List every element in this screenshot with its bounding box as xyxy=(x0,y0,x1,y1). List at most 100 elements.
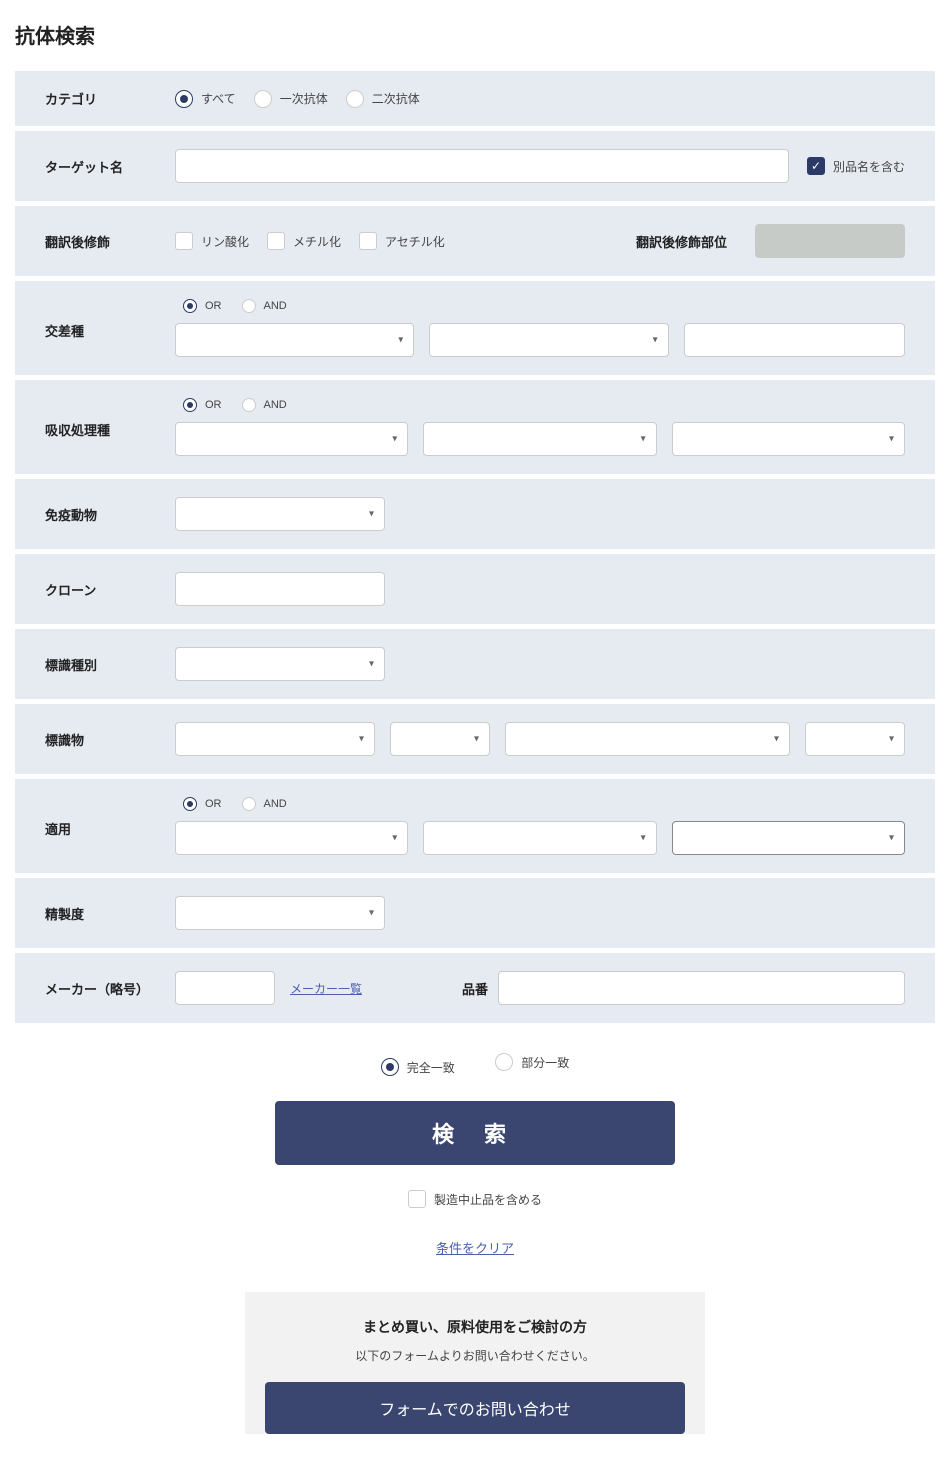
select-labelsub-3[interactable]: ▾ xyxy=(505,722,790,756)
select-absorb-3[interactable]: ▾ xyxy=(672,422,905,456)
select-cross-1[interactable]: ▾ xyxy=(175,323,414,357)
select-absorb-1[interactable]: ▾ xyxy=(175,422,408,456)
radio-label-absorb-or: OR xyxy=(205,399,222,411)
radio-label-app-and: AND xyxy=(264,798,287,810)
row-category: カテゴリ すべて 一次抗体 二次抗体 xyxy=(15,71,935,126)
page-title: 抗体検索 xyxy=(15,20,935,49)
check-label-discontinued: 製造中止品を含める xyxy=(434,1191,542,1208)
inquiry-sub: 以下のフォームよりお問い合わせください。 xyxy=(265,1347,685,1364)
row-target: ターゲット名 ✓ 別品名を含む xyxy=(15,131,935,201)
radio-label-primary: 一次抗体 xyxy=(280,90,328,107)
label-application: 適用 xyxy=(45,797,175,838)
radio-label-all: すべて xyxy=(201,90,236,107)
select-labelsub-4[interactable]: ▾ xyxy=(805,722,905,756)
check-label-acetyl: アセチル化 xyxy=(385,233,445,250)
radio-label-app-or: OR xyxy=(205,798,222,810)
select-app-1[interactable]: ▾ xyxy=(175,821,408,855)
label-labelsub: 標識物 xyxy=(45,730,175,749)
chevron-down-icon: ▾ xyxy=(392,833,397,844)
radio-match-exact[interactable]: 完全一致 xyxy=(381,1058,455,1076)
check-include-alias[interactable]: ✓ 別品名を含む xyxy=(807,157,905,175)
label-target: ターゲット名 xyxy=(45,157,175,176)
radio-absorb-or[interactable]: OR xyxy=(183,398,222,412)
chevron-down-icon: ▾ xyxy=(889,434,894,445)
row-purity: 精製度 ▾ xyxy=(15,878,935,948)
radio-category-primary[interactable]: 一次抗体 xyxy=(254,90,328,108)
select-app-3[interactable]: ▾ xyxy=(672,821,905,855)
radio-label-secondary: 二次抗体 xyxy=(372,90,420,107)
input-ptm-site xyxy=(755,224,905,258)
label-partno: 品番 xyxy=(462,979,488,998)
label-maker: メーカー（略号） xyxy=(45,979,175,998)
chevron-down-icon: ▾ xyxy=(774,734,779,745)
select-cross-2[interactable]: ▾ xyxy=(429,323,668,357)
search-button[interactable]: 検 索 xyxy=(275,1101,675,1165)
chevron-down-icon: ▾ xyxy=(889,734,894,745)
select-labeltype[interactable]: ▾ xyxy=(175,647,385,681)
chevron-down-icon: ▾ xyxy=(889,833,894,844)
radio-app-and[interactable]: AND xyxy=(242,797,287,811)
check-phospho[interactable]: リン酸化 xyxy=(175,232,249,250)
check-label-methyl: メチル化 xyxy=(293,233,341,250)
label-ptm: 翻訳後修飾 xyxy=(45,232,175,251)
inquiry-title: まとめ買い、原料使用をご検討の方 xyxy=(265,1317,685,1337)
check-methyl[interactable]: メチル化 xyxy=(267,232,341,250)
row-clone: クローン xyxy=(15,554,935,624)
row-absorb: 吸収処理種 OR AND ▾ ▾ ▾ xyxy=(15,380,935,474)
row-cross: 交差種 OR AND ▾ ▾ xyxy=(15,281,935,375)
inquiry-button[interactable]: フォームでのお問い合わせ xyxy=(265,1382,685,1434)
check-acetyl[interactable]: アセチル化 xyxy=(359,232,445,250)
row-discontinued: 製造中止品を含める xyxy=(15,1190,935,1213)
radio-app-or[interactable]: OR xyxy=(183,797,222,811)
chevron-down-icon: ▾ xyxy=(392,434,397,445)
row-application: 適用 OR AND ▾ ▾ ▾ xyxy=(15,779,935,873)
radio-cross-and[interactable]: AND xyxy=(242,299,287,313)
label-clone: クローン xyxy=(45,580,175,599)
row-immunogen: 免疫動物 ▾ xyxy=(15,479,935,549)
label-cross: 交差種 xyxy=(45,299,175,340)
check-discontinued[interactable]: 製造中止品を含める xyxy=(408,1190,542,1208)
check-label-phospho: リン酸化 xyxy=(201,233,249,250)
select-app-2[interactable]: ▾ xyxy=(423,821,656,855)
chevron-down-icon: ▾ xyxy=(641,833,646,844)
radio-category-secondary[interactable]: 二次抗体 xyxy=(346,90,420,108)
radio-cross-or[interactable]: OR xyxy=(183,299,222,313)
link-clear[interactable]: 条件をクリア xyxy=(15,1238,935,1257)
input-clone[interactable] xyxy=(175,572,385,606)
radio-label-cross-or: OR xyxy=(205,300,222,312)
label-labeltype: 標識種別 xyxy=(45,655,175,674)
row-ptm: 翻訳後修飾 リン酸化 メチル化 アセチル化 翻訳後修飾部位 xyxy=(15,206,935,276)
inquiry-box: まとめ買い、原料使用をご検討の方 以下のフォームよりお問い合わせください。 フォ… xyxy=(245,1292,705,1434)
label-purity: 精製度 xyxy=(45,904,175,923)
chevron-down-icon: ▾ xyxy=(398,335,403,346)
chevron-down-icon: ▾ xyxy=(474,734,479,745)
row-labeltype: 標識種別 ▾ xyxy=(15,629,935,699)
label-category: カテゴリ xyxy=(45,89,175,108)
radio-label-cross-and: AND xyxy=(264,300,287,312)
select-immunogen[interactable]: ▾ xyxy=(175,497,385,531)
chevron-down-icon: ▾ xyxy=(369,509,374,520)
input-target[interactable] xyxy=(175,149,789,183)
chevron-down-icon: ▾ xyxy=(369,908,374,919)
label-ptm-site: 翻訳後修飾部位 xyxy=(636,232,727,251)
select-purity[interactable]: ▾ xyxy=(175,896,385,930)
radio-label-absorb-and: AND xyxy=(264,399,287,411)
radio-label-exact: 完全一致 xyxy=(407,1059,455,1076)
input-maker[interactable] xyxy=(175,971,275,1005)
radio-label-partial: 部分一致 xyxy=(521,1054,569,1071)
label-immunogen: 免疫動物 xyxy=(45,505,175,524)
row-maker: メーカー（略号） メーカー一覧 品番 xyxy=(15,953,935,1023)
radio-absorb-and[interactable]: AND xyxy=(242,398,287,412)
select-labelsub-1[interactable]: ▾ xyxy=(175,722,375,756)
input-cross-3[interactable] xyxy=(684,323,905,357)
check-icon: ✓ xyxy=(811,160,821,172)
input-partno[interactable] xyxy=(498,971,905,1005)
check-label-alias: 別品名を含む xyxy=(833,158,905,175)
select-absorb-2[interactable]: ▾ xyxy=(423,422,656,456)
select-labelsub-2[interactable]: ▾ xyxy=(390,722,490,756)
chevron-down-icon: ▾ xyxy=(653,335,658,346)
radio-match-partial[interactable]: 部分一致 xyxy=(495,1053,569,1071)
radio-category-all[interactable]: すべて xyxy=(175,90,236,108)
link-maker-list[interactable]: メーカー一覧 xyxy=(290,980,362,997)
chevron-down-icon: ▾ xyxy=(369,659,374,670)
